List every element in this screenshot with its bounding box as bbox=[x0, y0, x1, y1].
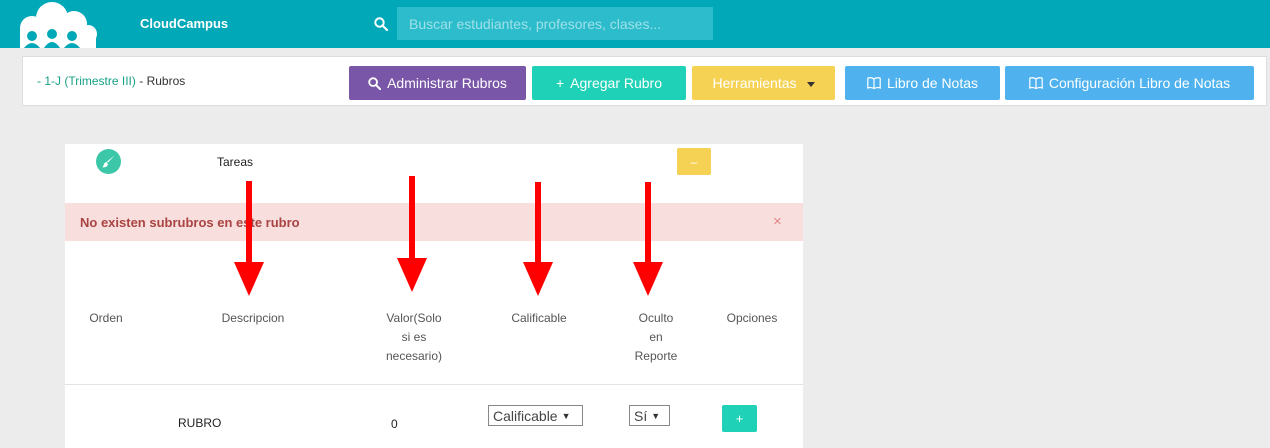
libro-de-notas-label: Libro de Notas bbox=[886, 75, 979, 91]
plus-icon: + bbox=[555, 75, 565, 91]
top-navbar: CloudCampus bbox=[0, 0, 1270, 48]
cloud-logo-icon[interactable] bbox=[10, 2, 100, 48]
configuracion-libro-notas-button[interactable]: Configuración Libro de Notas bbox=[1005, 66, 1254, 100]
header-descripcion-line: Descripcion bbox=[221, 311, 285, 325]
table-divider bbox=[65, 384, 803, 385]
calificable-select[interactable]: Calificable ▼ bbox=[488, 405, 583, 426]
alert-message: No existen subrubros en este rubro bbox=[80, 215, 300, 230]
search-icon bbox=[368, 76, 382, 90]
book-icon bbox=[1029, 77, 1043, 89]
close-icon[interactable]: × bbox=[773, 213, 782, 230]
brand-name[interactable]: CloudCampus bbox=[140, 16, 228, 31]
libro-de-notas-button[interactable]: Libro de Notas bbox=[845, 66, 1000, 100]
paintbrush-glyph bbox=[102, 155, 115, 168]
breadcrumb-current: Rubros bbox=[146, 74, 186, 88]
breadcrumb-separator: - bbox=[135, 74, 147, 88]
header-oculto: Oculto en Reporte bbox=[626, 309, 686, 366]
breadcrumb-toolbar: - 1-J (Trimestre III) - Rubros Administr… bbox=[22, 56, 1267, 106]
search-button[interactable] bbox=[365, 7, 397, 40]
herramientas-label: Herramientas bbox=[712, 75, 797, 91]
header-orden: Orden bbox=[75, 309, 137, 328]
header-oculto-line: Oculto bbox=[638, 311, 674, 325]
header-opciones: Opciones bbox=[716, 309, 788, 328]
header-valor-line: necesario) bbox=[385, 349, 443, 363]
breadcrumb-link-class[interactable]: - 1-J (Trimestre III) bbox=[37, 74, 136, 88]
header-oculto-line: Reporte bbox=[634, 349, 678, 363]
caret-down-icon: ▼ bbox=[561, 410, 571, 421]
administrar-rubros-button[interactable]: Administrar Rubros bbox=[349, 66, 526, 100]
header-calificable-line: Calificable bbox=[511, 311, 567, 325]
header-valor-line: si es bbox=[401, 330, 427, 344]
header-calificable: Calificable bbox=[497, 309, 581, 328]
administrar-rubros-label: Administrar Rubros bbox=[387, 75, 507, 91]
herramientas-dropdown[interactable]: Herramientas bbox=[692, 66, 835, 100]
header-valor-line: Valor(Solo bbox=[386, 311, 442, 325]
caret-down-icon: ▼ bbox=[651, 410, 661, 421]
oculto-select-value: Sí bbox=[634, 407, 648, 424]
book-icon bbox=[867, 77, 881, 89]
header-opciones-line: Opciones bbox=[726, 311, 778, 325]
header-orden-line: Orden bbox=[89, 311, 123, 325]
agregar-rubro-label: Agregar Rubro bbox=[570, 75, 662, 91]
rubro-panel bbox=[65, 144, 803, 448]
agregar-rubro-button[interactable]: + Agregar Rubro bbox=[532, 66, 686, 100]
configuracion-label: Configuración Libro de Notas bbox=[1048, 75, 1231, 91]
search-input[interactable] bbox=[397, 7, 713, 40]
oculto-select[interactable]: Sí ▼ bbox=[629, 405, 670, 426]
collapse-button[interactable]: – bbox=[677, 148, 711, 175]
paintbrush-icon bbox=[96, 149, 121, 174]
rubro-name: Tareas bbox=[217, 155, 254, 169]
row-valor: 0 bbox=[391, 417, 398, 431]
alert-no-subrubros: No existen subrubros en este rubro × bbox=[65, 203, 803, 241]
search-icon bbox=[374, 16, 388, 31]
header-descripcion: Descripcion bbox=[205, 309, 301, 328]
header-oculto-line: en bbox=[649, 330, 663, 344]
calificable-select-value: Calificable bbox=[493, 407, 558, 424]
row-descripcion: RUBRO bbox=[178, 416, 222, 430]
add-option-button[interactable]: + bbox=[722, 405, 757, 432]
breadcrumb: - 1-J (Trimestre III) - Rubros bbox=[37, 74, 185, 88]
caret-down-icon bbox=[806, 81, 815, 87]
header-valor: Valor(Solo si es necesario) bbox=[373, 309, 455, 366]
